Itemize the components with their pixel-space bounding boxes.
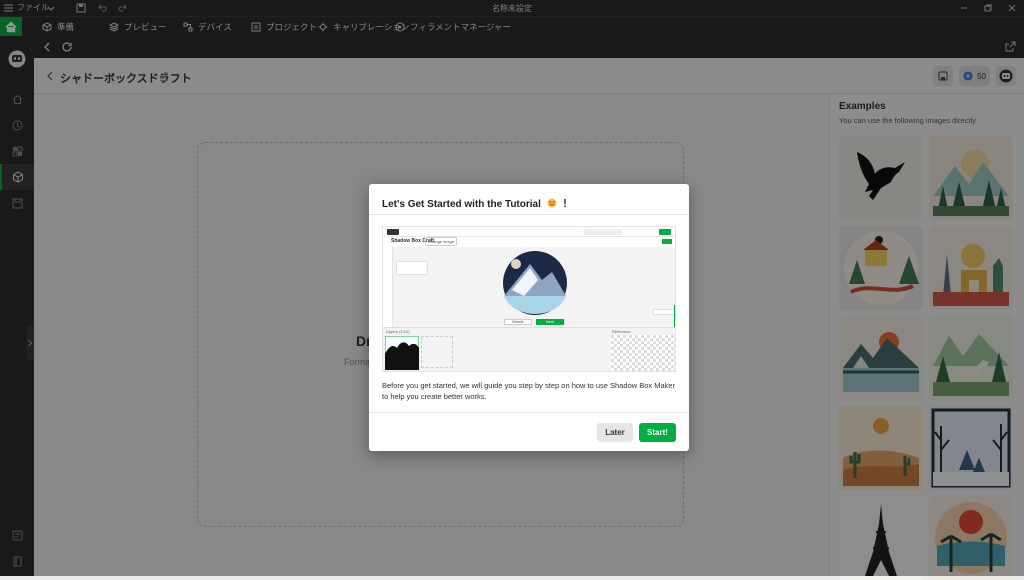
dialog-title-suffix: ！ — [562, 199, 573, 210]
preview-settings-card — [396, 261, 428, 275]
preview-circle-artwork — [503, 251, 567, 315]
preview-layer-thumbnail — [385, 336, 419, 370]
preview-zoom-controls — [653, 309, 675, 315]
dialog-description: Before you get started, we will guide yo… — [382, 381, 676, 401]
preview-reference-checker — [611, 335, 675, 371]
preview-search — [583, 229, 623, 235]
later-button[interactable]: Later — [597, 423, 633, 442]
preview-topbar — [383, 227, 675, 237]
preview-logo — [387, 229, 399, 235]
preview-side-tab — [674, 305, 675, 327]
preview-header: Shadow Box Draft Change image — [383, 237, 675, 247]
tutorial-preview-image: Shadow Box Draft Change image Delete Nex… — [382, 226, 676, 372]
divider — [369, 214, 689, 215]
preview-reference-label: Reference — [612, 329, 631, 334]
divider — [369, 412, 689, 413]
preview-divider — [383, 327, 675, 328]
preview-delete-button: Delete — [504, 319, 532, 325]
preview-next-button: Next — [536, 319, 564, 325]
preview-change-image: Change image — [425, 237, 458, 246]
start-button[interactable]: Start! — [639, 423, 676, 442]
tutorial-dialog: Let's Get Started with the Tutorial ！ Sh… — [369, 184, 689, 451]
preview-cta — [659, 229, 671, 235]
preview-toolbar — [383, 247, 393, 327]
preview-green-button — [662, 239, 672, 244]
dialog-title-text: Let's Get Started with the Tutorial — [382, 199, 541, 210]
preview-layers-label: Layers (1/10) — [386, 329, 410, 334]
emoji-icon — [547, 198, 557, 208]
dialog-title: Let's Get Started with the Tutorial ！ — [382, 195, 572, 210]
preview-empty-layer — [421, 336, 453, 368]
